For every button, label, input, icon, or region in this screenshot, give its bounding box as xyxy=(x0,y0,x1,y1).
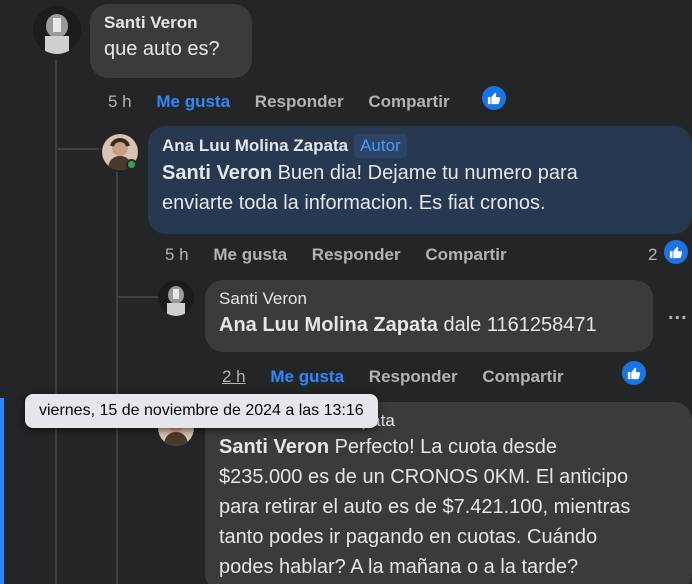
comment-time[interactable]: 5 h xyxy=(108,92,132,111)
reply-button[interactable]: Responder xyxy=(369,367,458,386)
comment-bubble: Ana Luu Molina Zapata Santi Veron Perfec… xyxy=(205,402,692,584)
thread-line xyxy=(116,172,118,584)
avatar[interactable] xyxy=(33,6,81,54)
author-badge: Autor xyxy=(354,134,407,158)
comment-text-line: $235.000 es de un CRONOS 0KM. El anticip… xyxy=(219,466,629,488)
comment-text-line: para retirar el auto es de $7.421.100, m… xyxy=(219,496,631,518)
comment-text-line: Perfecto! La cuota desde xyxy=(329,436,557,458)
comment-time[interactable]: 5 h xyxy=(165,245,189,264)
thread-line xyxy=(55,148,99,150)
comment-text: Ana Luu Molina Zapata dale 1161258471 xyxy=(219,310,639,340)
share-button[interactable]: Compartir xyxy=(425,245,506,264)
new-reply-indicator xyxy=(0,398,4,584)
timestamp-tooltip: viernes, 15 de noviembre de 2024 a las 1… xyxy=(25,394,378,428)
reply-button[interactable]: Responder xyxy=(312,245,401,264)
comment-actions: 5 h Me gusta Responder Compartir xyxy=(108,92,470,112)
comment-actions: 5 h Me gusta Responder Compartir xyxy=(165,245,527,265)
comment-author-row: Ana Luu Molina Zapata Autor xyxy=(162,134,678,158)
like-reaction-icon[interactable] xyxy=(480,84,508,112)
more-options-button[interactable]: ... xyxy=(668,302,688,325)
like-count[interactable]: 2 xyxy=(648,245,657,265)
comment-time[interactable]: 2 h xyxy=(222,367,246,386)
thread-line xyxy=(116,296,158,298)
share-button[interactable]: Compartir xyxy=(482,367,563,386)
like-reaction-icon[interactable] xyxy=(620,359,648,387)
comment-text-line: podes hablar? A la mañana o a la tarde? xyxy=(219,556,579,578)
share-button[interactable]: Compartir xyxy=(368,92,449,111)
reply-button[interactable]: Responder xyxy=(255,92,344,111)
comment-text: Santi Veron Perfecto! La cuota desde xyxy=(219,432,678,462)
avatar[interactable] xyxy=(158,280,194,316)
comment-author[interactable]: Ana Luu Molina Zapata xyxy=(162,136,348,155)
comment-author[interactable]: Santi Veron xyxy=(104,12,238,34)
comment-bubble: Santi Veron que auto es? xyxy=(90,4,252,78)
comment-author[interactable]: Santi Veron xyxy=(219,288,639,310)
comment-bubble: Ana Luu Molina Zapata Autor Santi Veron B… xyxy=(148,126,692,234)
mention-link[interactable]: Santi Veron xyxy=(162,162,272,184)
comment-text: Santi Veron Buen dia! Dejame tu numero p… xyxy=(162,158,678,188)
like-button[interactable]: Me gusta xyxy=(270,367,344,386)
thread-line xyxy=(55,60,57,584)
online-indicator xyxy=(126,159,137,170)
comment-text: que auto es? xyxy=(104,38,220,60)
comment-text-line: Buen dia! Dejame tu numero para xyxy=(272,162,578,184)
comment-text-line: tanto podes ir pagando en cuotas. Cuándo xyxy=(219,526,598,548)
mention-link[interactable]: Santi Veron xyxy=(219,436,329,458)
comment-text-line: enviarte toda la informacion. Es fiat cr… xyxy=(162,192,546,214)
comment-bubble: Santi Veron Ana Luu Molina Zapata dale 1… xyxy=(205,280,653,352)
like-button[interactable]: Me gusta xyxy=(156,92,230,111)
like-reaction-icon[interactable] xyxy=(662,238,690,266)
comment-actions: 2 h Me gusta Responder Compartir xyxy=(222,367,584,387)
comment-text-line: dale 1161258471 xyxy=(437,314,597,336)
mention-link[interactable]: Ana Luu Molina Zapata xyxy=(219,314,438,336)
like-button[interactable]: Me gusta xyxy=(213,245,287,264)
